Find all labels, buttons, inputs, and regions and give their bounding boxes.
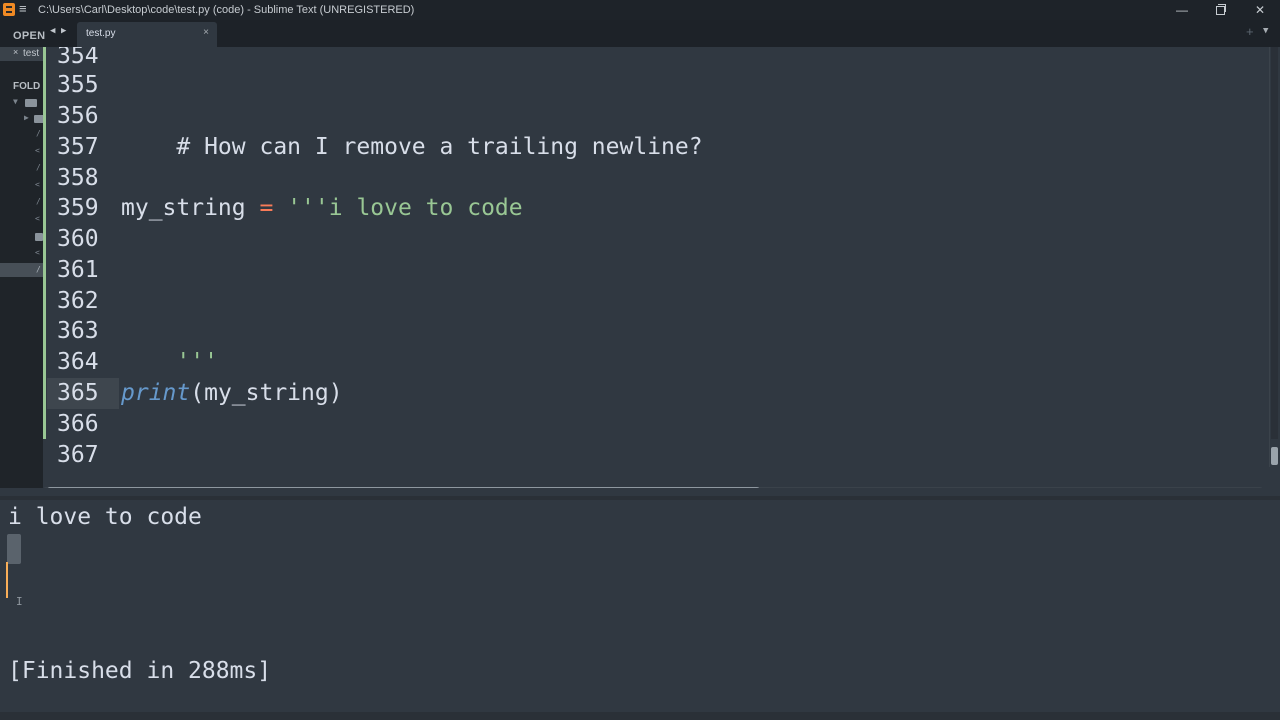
tab-test-py[interactable]: test.py × bbox=[77, 22, 217, 47]
close-icon: ✕ bbox=[1254, 3, 1266, 17]
minimap-edge bbox=[1269, 47, 1270, 467]
line-number: 367 bbox=[57, 442, 99, 468]
comment-token: # How can I remove a trailing newline? bbox=[176, 134, 703, 160]
sidebar-file-close-icon[interactable]: × bbox=[13, 47, 18, 57]
code-editor[interactable]: 354 355 356 357 358 359 360 361 362 363 … bbox=[43, 47, 1280, 488]
line-number: 356 bbox=[57, 103, 99, 129]
operator-token: = bbox=[259, 195, 274, 221]
code-line-356[interactable]: # How can I remove a trailing newline? bbox=[121, 101, 703, 194]
line-number: 360 bbox=[57, 226, 99, 252]
code-line-365[interactable]: print(my_string) bbox=[121, 378, 343, 409]
line-number: 366 bbox=[57, 411, 99, 437]
line-number: 364 bbox=[57, 349, 99, 375]
output-selection-highlight bbox=[7, 534, 21, 564]
build-finished-message: [Finished in 288ms] bbox=[8, 658, 272, 684]
file-code-icon[interactable]: < bbox=[35, 180, 40, 189]
string-token: '''i love to code bbox=[287, 195, 523, 221]
file-code-icon: / bbox=[36, 265, 41, 274]
git-gutter-modified-bar bbox=[43, 47, 46, 439]
file-code-icon[interactable]: / bbox=[36, 163, 41, 172]
editor-horizontal-scrollbar-thumb[interactable] bbox=[47, 487, 760, 488]
string-token: ''' bbox=[176, 349, 218, 375]
line-number: 361 bbox=[57, 257, 99, 283]
sidebar-selected-file[interactable]: / bbox=[0, 263, 43, 277]
window-title: C:\Users\Carl\Desktop\code\test.py (code… bbox=[38, 4, 415, 16]
tab-label: test.py bbox=[86, 28, 116, 39]
editor-horizontal-scrollbar[interactable] bbox=[43, 487, 1263, 488]
sidebar-open-file-item[interactable]: × test bbox=[0, 47, 43, 61]
line-number: 362 bbox=[57, 288, 99, 314]
sidebar-open-file-label: test bbox=[23, 48, 40, 59]
file-code-icon[interactable]: < bbox=[35, 248, 40, 257]
sublime-text-logo-icon bbox=[3, 3, 15, 16]
text-cursor bbox=[6, 562, 8, 598]
folder-icon bbox=[25, 99, 37, 107]
line-number-active: 365 bbox=[57, 380, 99, 406]
new-tab-button[interactable]: + bbox=[1246, 24, 1254, 39]
code-line-359[interactable]: my_string = '''i love to code bbox=[121, 193, 523, 224]
line-number: 358 bbox=[57, 165, 99, 191]
close-window-button[interactable]: ✕ bbox=[1240, 1, 1280, 19]
file-code-icon[interactable]: / bbox=[36, 197, 41, 206]
file-image-icon[interactable] bbox=[35, 233, 43, 241]
tab-close-icon[interactable]: × bbox=[203, 27, 209, 38]
line-number: 359 bbox=[57, 195, 99, 221]
mouse-ibeam-icon: I bbox=[16, 595, 23, 608]
editor-vertical-scrollbar[interactable] bbox=[1271, 47, 1278, 465]
function-token: print bbox=[121, 380, 191, 406]
folder-collapsed-icon[interactable]: ▶ bbox=[24, 113, 29, 122]
tab-menu-chevron-icon[interactable]: ▼ bbox=[1263, 26, 1268, 36]
menu-icon[interactable]: ≡ bbox=[19, 1, 27, 16]
arguments-token: (my_string) bbox=[190, 380, 343, 406]
tab-bar: OPEN ◀ ▶ test.py × + ▼ bbox=[0, 20, 1280, 47]
sidebar: × test FOLD ▼ ▶ / < / < / < < / bbox=[0, 47, 43, 488]
open-files-header: OPEN bbox=[13, 30, 46, 42]
line-number: 354 bbox=[57, 47, 99, 69]
restore-icon bbox=[1215, 4, 1226, 15]
editor-vertical-scrollbar-thumb[interactable] bbox=[1271, 447, 1278, 465]
folder-icon bbox=[34, 115, 43, 123]
variable-token: my_string bbox=[121, 195, 246, 221]
line-number: 363 bbox=[57, 318, 99, 344]
restore-button[interactable] bbox=[1200, 1, 1240, 19]
folders-header: FOLD bbox=[13, 81, 41, 92]
minimize-button[interactable]: — bbox=[1162, 1, 1202, 19]
file-code-icon[interactable]: / bbox=[36, 129, 41, 138]
folder-expanded-icon[interactable]: ▼ bbox=[13, 97, 18, 106]
minimize-icon: — bbox=[1176, 3, 1188, 17]
title-bar: ≡ C:\Users\Carl\Desktop\code\test.py (co… bbox=[0, 0, 1280, 20]
line-number: 355 bbox=[57, 72, 99, 98]
file-code-icon[interactable]: < bbox=[35, 214, 40, 223]
status-bar bbox=[0, 712, 1280, 720]
line-number: 357 bbox=[57, 134, 99, 160]
output-line: i love to code bbox=[8, 504, 202, 530]
file-code-icon[interactable]: < bbox=[35, 146, 40, 155]
navigate-back-icon[interactable]: ◀ bbox=[50, 26, 55, 36]
navigate-forward-icon[interactable]: ▶ bbox=[61, 26, 66, 36]
build-output-panel[interactable]: i love to code [Finished in 288ms] bbox=[0, 500, 1280, 712]
